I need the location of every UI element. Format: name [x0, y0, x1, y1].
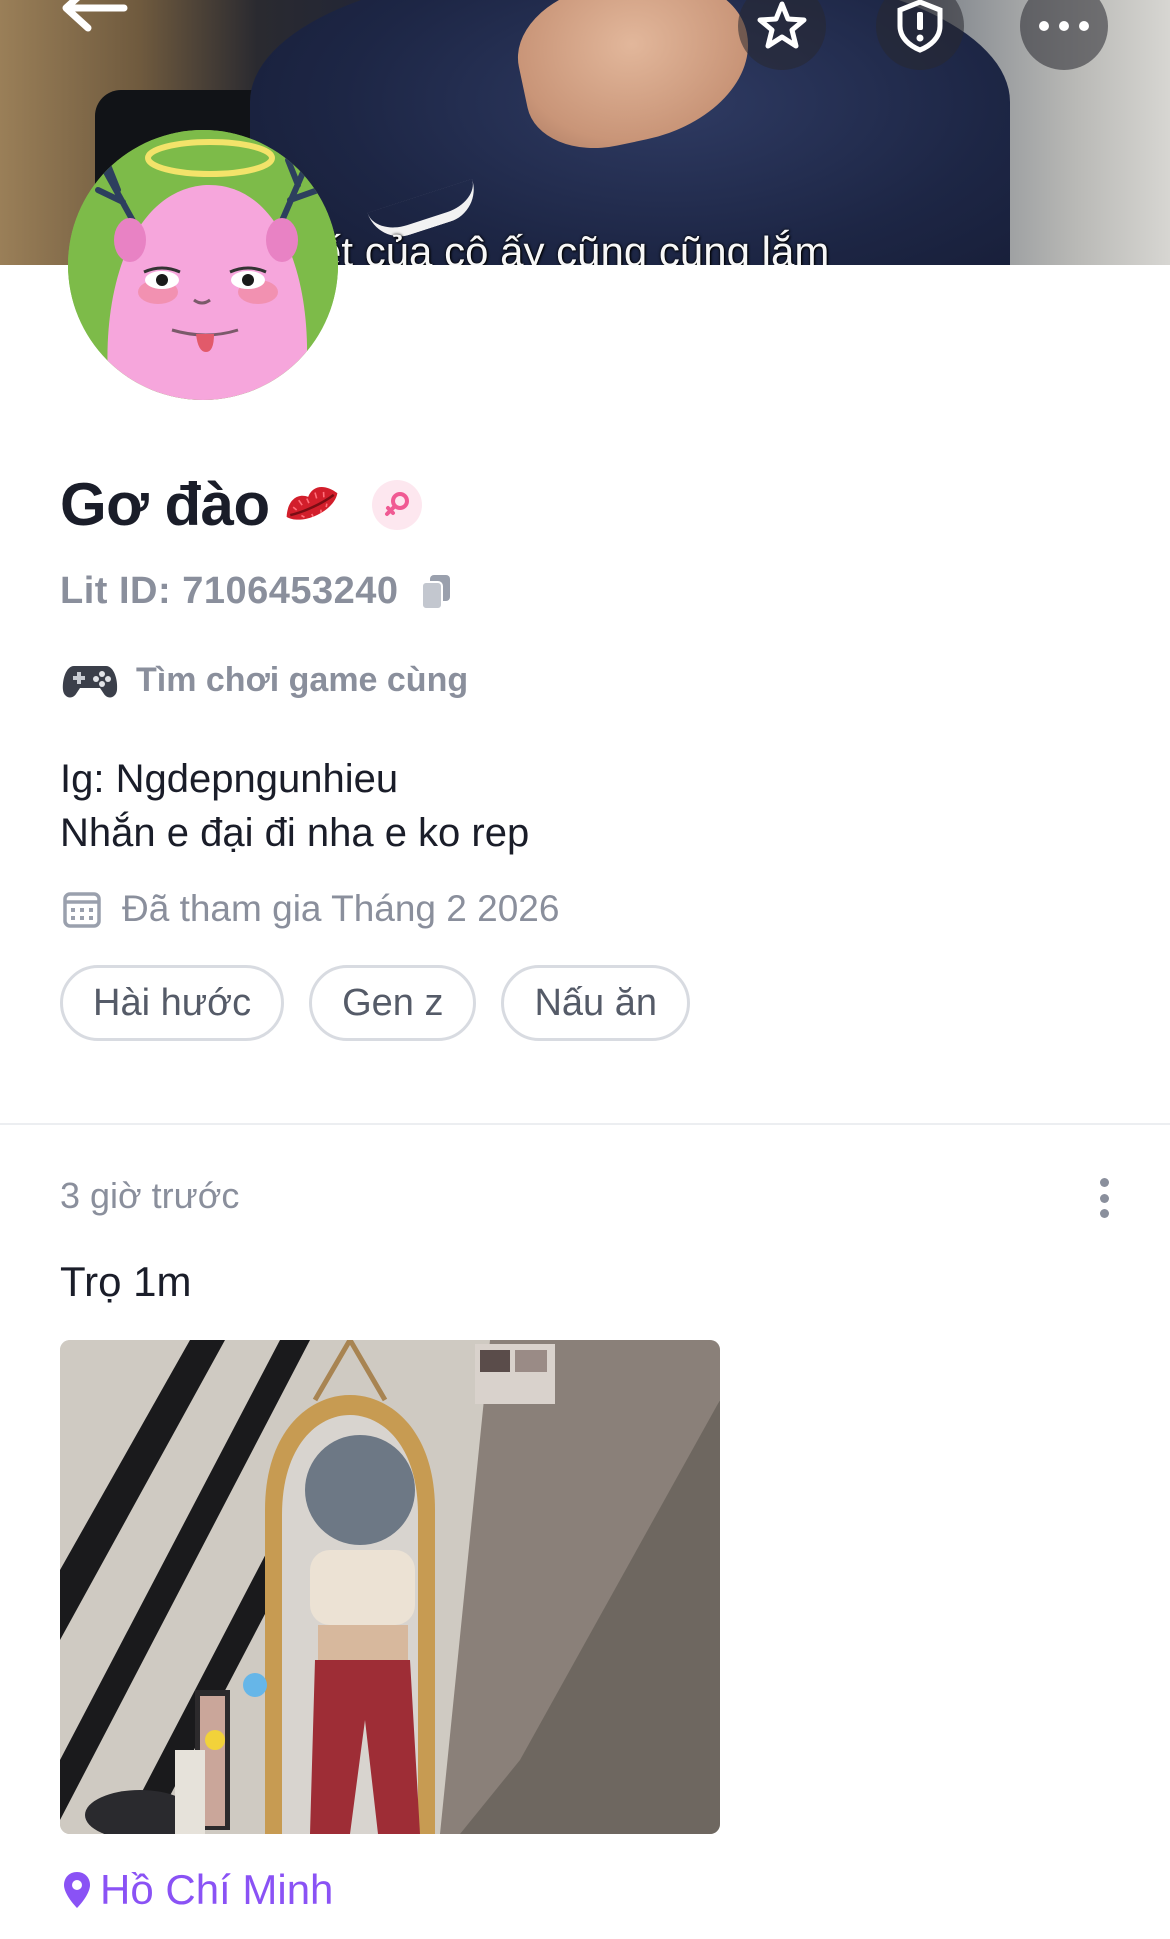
avatar-character-icon: [68, 130, 338, 400]
profile-avatar[interactable]: [68, 130, 338, 400]
interest-tag[interactable]: Nấu ăn: [501, 965, 691, 1041]
bio-line: Nhắn e đại đi nha e ko rep: [60, 811, 530, 855]
kiss-lips-icon: [286, 486, 338, 520]
lit-id-text: Lit ID: 7106453240: [60, 570, 399, 612]
post-photo[interactable]: [60, 1340, 720, 1834]
interest-tags: Hài hước Gen z Nấu ăn: [60, 965, 691, 1041]
post-photo-image: [60, 1340, 720, 1834]
interest-tag[interactable]: Gen z: [309, 965, 477, 1041]
post-location-text: Hồ Chí Minh: [100, 1866, 334, 1913]
bio-line: Ig: Ngdepngunhieu: [60, 757, 399, 801]
female-icon: [384, 491, 409, 516]
profile-name-row: Gơ đào: [60, 470, 422, 539]
join-date-row: Đã tham gia Tháng 2 2026: [62, 888, 559, 930]
report-icon: [897, 0, 943, 53]
lit-id-row: Lit ID: 7106453240: [60, 570, 451, 613]
star-icon: [757, 1, 807, 49]
section-divider: [0, 1123, 1170, 1125]
cover-subtitle-text: ết của cô ấy cũng cũng lắm: [318, 228, 830, 265]
copy-icon[interactable]: [420, 574, 451, 610]
interest-tag[interactable]: Hài hước: [60, 965, 285, 1041]
gender-badge: [371, 479, 422, 530]
back-arrow-icon[interactable]: [58, 0, 128, 40]
post-location-row[interactable]: Hồ Chí Minh: [62, 1866, 333, 1914]
post-timestamp: 3 giờ trước: [60, 1175, 240, 1216]
game-controller-icon: [62, 666, 118, 698]
status-row: Tìm chơi game cùng: [62, 660, 468, 700]
profile-bio: Ig: Ngdepngunhieu Nhắn e đại đi nha e ko…: [60, 752, 529, 860]
more-options-button[interactable]: [1020, 0, 1108, 70]
profile-name: Gơ đào: [60, 471, 270, 538]
status-text: Tìm chơi game cùng: [136, 660, 469, 699]
join-date-text: Đã tham gia Tháng 2 2026: [122, 888, 560, 929]
location-pin-icon: [64, 1872, 90, 1908]
post-text: Trọ 1m: [60, 1258, 192, 1305]
calendar-icon: [63, 892, 101, 928]
post-more-options-icon[interactable]: [1092, 1178, 1116, 1218]
more-icon: [1039, 21, 1089, 31]
